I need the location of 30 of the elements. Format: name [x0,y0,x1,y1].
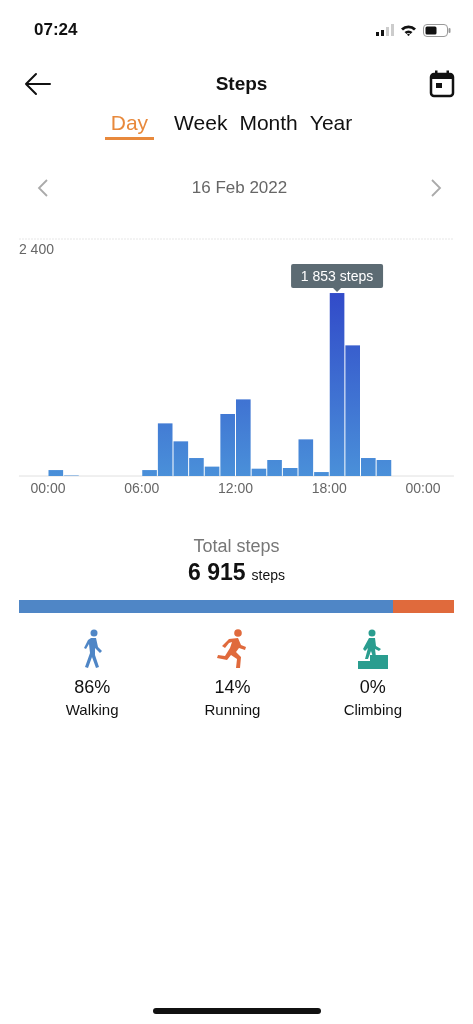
next-chevron-icon[interactable] [429,178,443,198]
axis-label: 06:00 [124,480,160,496]
period-tab[interactable]: Year [303,108,359,140]
battery-icon [423,23,451,37]
period-tab[interactable]: Month [233,108,304,140]
total-value: 6 915 [188,559,246,586]
page-title: Steps [214,73,269,95]
period-tab[interactable]: Week [168,108,234,140]
date-label: 16 Feb 2022 [190,178,289,198]
axis-label: 18:00 [311,480,347,496]
status-time: 07:24 [34,20,79,40]
activity-label: Walking [65,701,119,718]
wifi-icon [400,24,417,36]
home-indicator[interactable] [152,1008,321,1014]
activity-label: Running [204,701,261,718]
total-label: Total steps [193,536,280,557]
signal-icon [376,24,394,36]
axis-label: 00:00 [30,480,66,496]
previous-chevron-icon[interactable] [36,178,50,198]
chart-bar [376,460,392,476]
activity-percent: 0% [359,677,386,698]
axis-label: 00:00 [405,480,441,496]
activity-percent: 14% [214,677,251,698]
axis-label: 2 400 [18,241,54,257]
activity-percent: 86% [74,677,111,698]
bar-tooltip: 1 853 steps [291,264,384,293]
activity-label: Climbing [343,701,402,718]
total-unit: steps [251,567,285,583]
axis-label: 12:00 [218,480,253,496]
calendar-icon[interactable] [429,70,455,98]
